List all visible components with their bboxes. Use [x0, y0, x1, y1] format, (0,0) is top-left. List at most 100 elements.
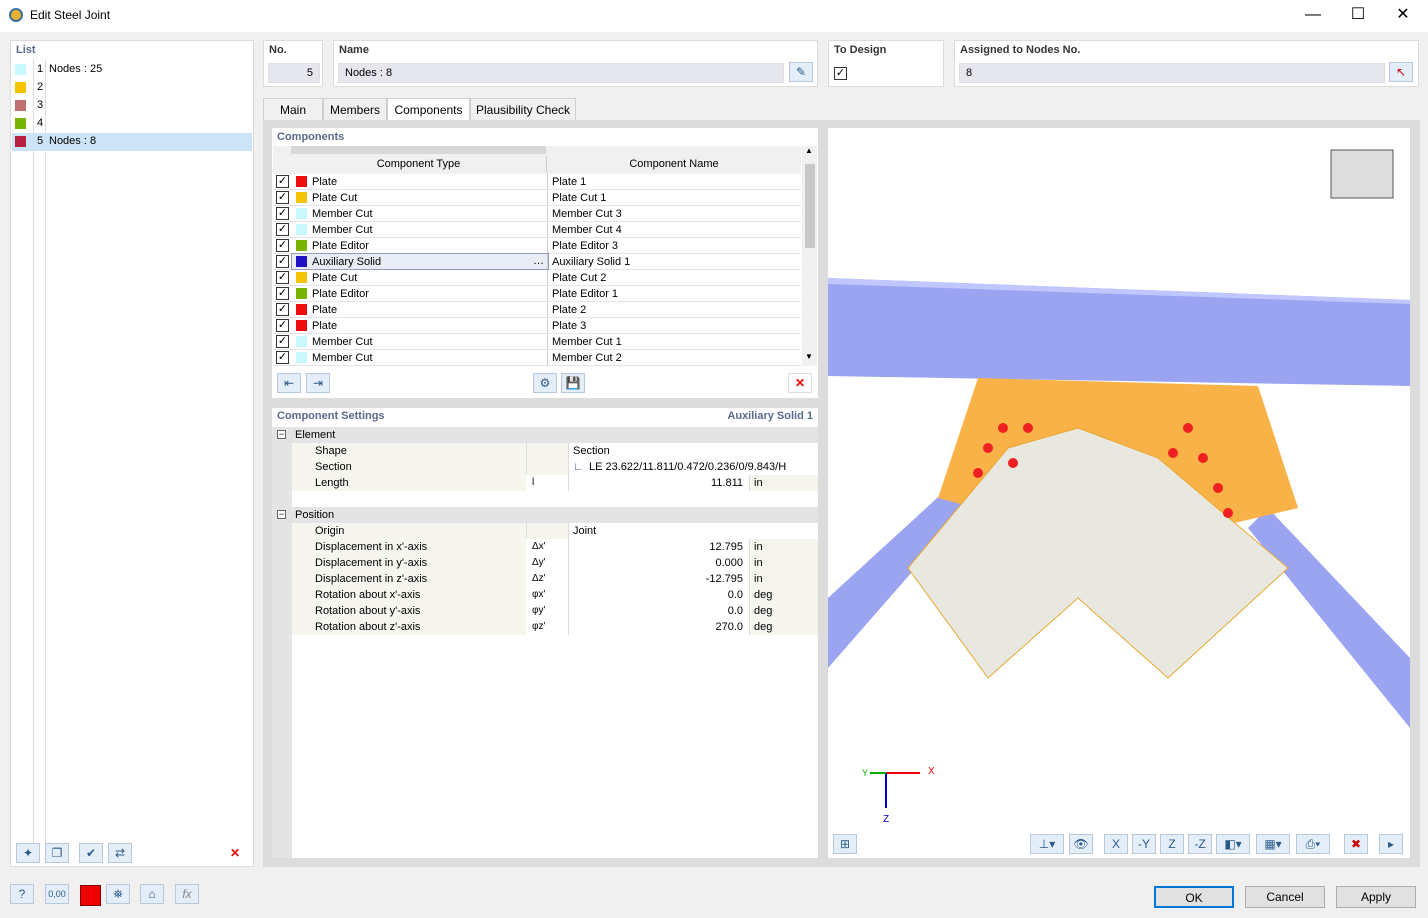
settings-group[interactable]: − Position — [272, 507, 818, 523]
component-type-cell[interactable]: Plate — [292, 174, 548, 189]
edit-name-icon[interactable]: ✎ — [789, 62, 813, 82]
property-row[interactable]: Displacement in x'-axis Δx' 12.795 in — [292, 539, 818, 555]
delete-icon[interactable]: ✕ — [223, 843, 247, 863]
view-model-icon[interactable]: ⌂ — [140, 884, 164, 904]
row-checkbox[interactable]: ✓ — [276, 335, 289, 348]
view-z-icon[interactable]: Z — [1160, 834, 1184, 854]
color-icon[interactable] — [80, 885, 101, 906]
property-row[interactable]: Displacement in y'-axis Δy' 0.000 in — [292, 555, 818, 571]
property-value[interactable]: Section — [569, 443, 818, 459]
component-type-cell[interactable]: Plate Cut — [292, 270, 548, 285]
property-value[interactable]: 12.795 — [569, 539, 749, 555]
row-checkbox[interactable]: ✓ — [276, 175, 289, 188]
property-row[interactable]: Section LE 23.622/11.811/0.472/0.236/0/9.… — [292, 459, 818, 475]
table-row[interactable]: ✓ Auxiliary Solid … Auxiliary Solid 1 — [273, 253, 801, 270]
table-row[interactable]: ✓ Plate Cut Plate Cut 2 — [273, 270, 801, 286]
ok-button[interactable]: OK — [1154, 886, 1234, 908]
print-icon[interactable]: ⎙▾ — [1296, 834, 1330, 854]
visibility-icon[interactable]: 👁 — [1069, 834, 1093, 854]
table-row[interactable]: ✓ Member Cut Member Cut 4 — [273, 222, 801, 238]
property-value[interactable]: 270.0 — [569, 619, 749, 635]
delete-component-icon[interactable]: ✕ — [788, 373, 812, 393]
row-checkbox[interactable]: ✓ — [276, 303, 289, 316]
property-value[interactable]: 0.0 — [569, 587, 749, 603]
collapse-panel-icon[interactable]: ▸ — [1379, 834, 1403, 854]
cancel-button[interactable]: Cancel — [1245, 886, 1325, 908]
row-checkbox[interactable]: ✓ — [276, 287, 289, 300]
col-header-name[interactable]: Component Name — [547, 156, 801, 173]
collapse-icon[interactable]: − — [277, 510, 286, 519]
row-checkbox[interactable]: ✓ — [276, 239, 289, 252]
property-row[interactable]: Displacement in z'-axis Δz' -12.795 in — [292, 571, 818, 587]
list-item[interactable]: 1 Nodes : 25 — [12, 61, 252, 79]
list-item[interactable]: 4 — [12, 115, 252, 133]
row-checkbox[interactable]: ✓ — [276, 271, 289, 284]
table-row[interactable]: ✓ Plate Editor Plate Editor 1 — [273, 286, 801, 302]
row-checkbox[interactable]: ✓ — [276, 255, 289, 268]
move-down-icon[interactable]: ⇥ — [306, 373, 330, 393]
list-item[interactable]: 2 — [12, 79, 252, 97]
table-row[interactable]: ✓ Member Cut Member Cut 1 — [273, 334, 801, 350]
component-type-cell[interactable]: Member Cut — [292, 350, 548, 365]
component-type-cell[interactable]: Plate — [292, 318, 548, 333]
table-row[interactable]: ✓ Plate Editor Plate Editor 3 — [273, 238, 801, 254]
view-neg-z-icon[interactable]: -Z — [1188, 834, 1212, 854]
to-design-checkbox[interactable]: ✓ — [834, 67, 847, 80]
more-options-icon[interactable]: … — [533, 253, 544, 269]
component-type-cell[interactable]: Plate — [292, 302, 548, 317]
component-type-cell[interactable]: Member Cut — [292, 222, 548, 237]
tab-members[interactable]: Members — [323, 98, 387, 120]
component-type-cell[interactable]: Member Cut — [292, 206, 548, 221]
tab-plausibility-check[interactable]: Plausibility Check — [470, 98, 576, 120]
axes-dropdown-icon[interactable]: ⊥▾ — [1030, 834, 1064, 854]
view-neg-y-icon[interactable]: -Y — [1132, 834, 1156, 854]
component-type-cell[interactable]: Auxiliary Solid… — [291, 253, 549, 270]
row-checkbox[interactable]: ✓ — [276, 207, 289, 220]
new-joint-icon[interactable]: ✦ — [16, 843, 40, 863]
list-item[interactable]: 5 Nodes : 8 — [12, 133, 252, 151]
formula-icon[interactable]: fx — [175, 884, 199, 904]
row-checkbox[interactable]: ✓ — [276, 351, 289, 364]
table-row[interactable]: ✓ Member Cut Member Cut 2 — [273, 350, 801, 366]
property-row[interactable]: Rotation about z'-axis φz' 270.0 deg — [292, 619, 818, 635]
scroll-down-icon[interactable]: ▼ — [805, 352, 813, 361]
property-value[interactable]: -12.795 — [569, 571, 749, 587]
save-component-icon[interactable]: 💾 — [561, 373, 585, 393]
view-x-icon[interactable]: X — [1104, 834, 1128, 854]
display-mode-icon[interactable]: ▦▾ — [1256, 834, 1290, 854]
row-checkbox[interactable]: ✓ — [276, 319, 289, 332]
toggle-check-icon[interactable]: ⇄ — [108, 843, 132, 863]
scroll-up-icon[interactable]: ▲ — [805, 146, 813, 155]
pick-nodes-icon[interactable]: ↖ — [1389, 62, 1413, 82]
scroll-thumb[interactable] — [805, 164, 815, 248]
property-value[interactable]: LE 23.622/11.811/0.472/0.236/0/9.843/H — [569, 459, 818, 475]
table-row[interactable]: ✓ Plate Plate 2 — [273, 302, 801, 318]
check-all-icon[interactable]: ✔ — [79, 843, 103, 863]
property-value[interactable]: Joint — [569, 523, 818, 539]
units-icon[interactable]: 0,00 — [45, 884, 69, 904]
component-type-cell[interactable]: Member Cut — [292, 334, 548, 349]
col-header-type[interactable]: Component Type — [291, 156, 547, 173]
3d-viewport[interactable]: X Y Z ⊞ ⊥▾ 👁 X -Y Z -Z ◧▾ ▦▾ ⎙▾ ✖ ▸ — [828, 128, 1410, 858]
list-item[interactable]: 3 — [12, 97, 252, 115]
component-type-cell[interactable]: Plate Editor — [292, 238, 548, 253]
property-value[interactable]: 0.000 — [569, 555, 749, 571]
component-type-cell[interactable]: Plate Editor — [292, 286, 548, 301]
view-settings-icon[interactable]: ⊞ — [833, 834, 857, 854]
table-row[interactable]: ✓ Member Cut Member Cut 3 — [273, 206, 801, 222]
collapse-icon[interactable]: − — [277, 430, 286, 439]
move-up-icon[interactable]: ⇤ — [277, 373, 301, 393]
help-icon[interactable]: ? — [10, 884, 34, 904]
render-mode-icon[interactable]: ◧▾ — [1216, 834, 1250, 854]
property-row[interactable]: Shape Section — [292, 443, 818, 459]
section-icon[interactable]: ⛯ — [106, 884, 130, 904]
assigned-nodes-input[interactable]: 8 — [959, 63, 1385, 83]
minimize-button[interactable]: — — [1290, 0, 1336, 32]
component-type-cell[interactable]: Plate Cut — [292, 190, 548, 205]
tab-components[interactable]: Components — [387, 98, 470, 120]
components-scrollbar[interactable]: ▲ ▼ — [802, 146, 817, 366]
name-input[interactable]: Nodes : 8 — [338, 63, 784, 83]
table-row[interactable]: ✓ Plate Cut Plate Cut 1 — [273, 190, 801, 206]
property-row[interactable]: Rotation about y'-axis φy' 0.0 deg — [292, 603, 818, 619]
property-value[interactable]: 0.0 — [569, 603, 749, 619]
